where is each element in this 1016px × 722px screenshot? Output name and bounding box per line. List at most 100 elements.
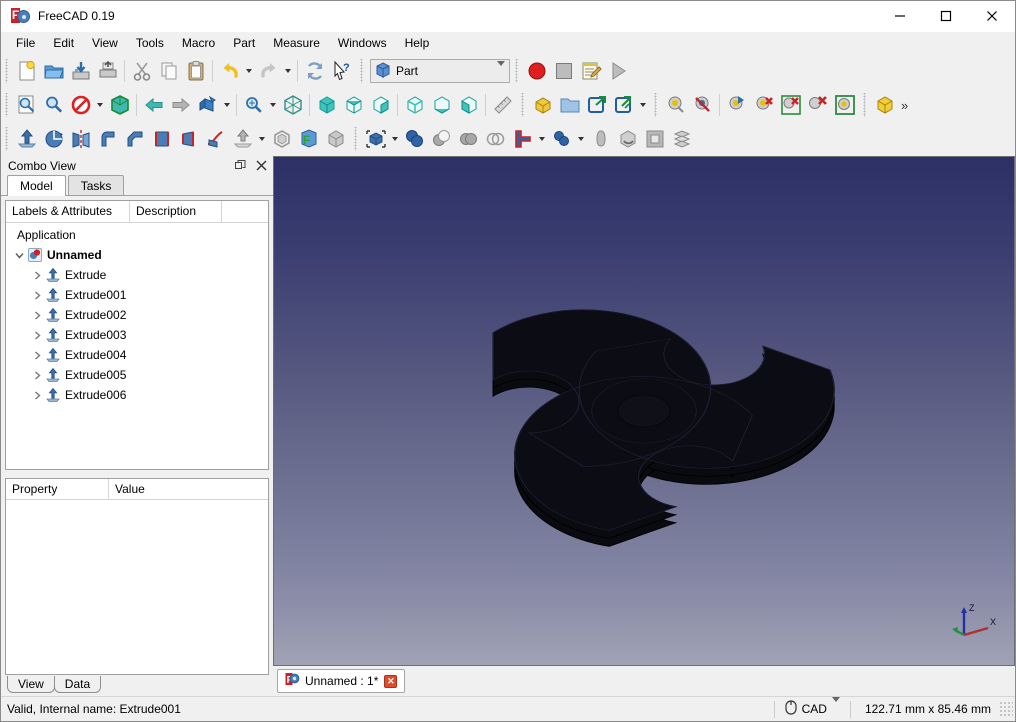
- macro-edit-icon[interactable]: [577, 58, 604, 85]
- chevron-right-icon[interactable]: [30, 285, 44, 305]
- 3d-viewport[interactable]: Z X: [273, 156, 1015, 666]
- toggle-visibility-icon[interactable]: [662, 92, 689, 119]
- part-chamfer-icon[interactable]: [121, 126, 148, 153]
- part-check-geometry-icon[interactable]: [614, 126, 641, 153]
- zoom-dropdown-arrow[interactable]: [267, 92, 279, 119]
- copy-icon[interactable]: [155, 58, 182, 85]
- make-link-icon[interactable]: [583, 92, 610, 119]
- part-sweep-icon[interactable]: [202, 126, 229, 153]
- rear-view-icon[interactable]: [401, 92, 428, 119]
- hide-all-icon[interactable]: [750, 92, 777, 119]
- cut-icon[interactable]: [128, 58, 155, 85]
- top-view-icon[interactable]: [340, 92, 367, 119]
- macro-execute-icon[interactable]: [604, 58, 631, 85]
- whats-this-icon[interactable]: ?: [328, 58, 355, 85]
- new-document-icon[interactable]: [13, 58, 40, 85]
- menu-part[interactable]: Part: [224, 34, 264, 52]
- chevron-right-icon[interactable]: [30, 345, 44, 365]
- toolbar-grip[interactable]: [4, 59, 11, 83]
- split-dropdown-arrow[interactable]: [575, 126, 587, 153]
- close-icon[interactable]: [252, 158, 270, 174]
- menu-measure[interactable]: Measure: [264, 34, 329, 52]
- axonometric-icon[interactable]: [106, 92, 133, 119]
- zoom-icon[interactable]: [240, 92, 267, 119]
- close-icon[interactable]: ✕: [384, 674, 398, 688]
- document-tab[interactable]: F Unnamed : 1* ✕: [277, 669, 406, 693]
- tree-item-extrude003[interactable]: Extrude003: [6, 325, 268, 345]
- undock-icon[interactable]: [231, 158, 249, 174]
- toggle-selectability-icon[interactable]: [689, 92, 716, 119]
- chevron-right-icon[interactable]: [30, 325, 44, 345]
- tree-item-document[interactable]: Unnamed: [6, 245, 268, 265]
- undo-icon[interactable]: [216, 58, 243, 85]
- undo-dropdown-arrow[interactable]: [243, 58, 255, 85]
- make-sublink-icon[interactable]: [610, 92, 637, 119]
- menu-macro[interactable]: Macro: [173, 34, 224, 52]
- macro-record-icon[interactable]: [523, 58, 550, 85]
- print-document-icon[interactable]: [94, 58, 121, 85]
- close-button[interactable]: [969, 1, 1015, 32]
- create-group-icon[interactable]: [556, 92, 583, 119]
- open-document-icon[interactable]: [40, 58, 67, 85]
- resize-grip[interactable]: [999, 701, 1013, 717]
- part-join-icon[interactable]: [509, 126, 536, 153]
- part-extrude-icon[interactable]: [13, 126, 40, 153]
- toolbar-grip[interactable]: [862, 93, 869, 117]
- part-boolean-icon[interactable]: [401, 126, 428, 153]
- chevron-right-icon[interactable]: [30, 365, 44, 385]
- toolbar-grip[interactable]: [653, 93, 660, 117]
- refresh-icon[interactable]: [301, 58, 328, 85]
- bottom-view-icon[interactable]: [428, 92, 455, 119]
- isometric-dropdown-arrow[interactable]: [221, 92, 233, 119]
- tree-item-extrude002[interactable]: Extrude002: [6, 305, 268, 325]
- chevron-down-icon[interactable]: [12, 245, 26, 265]
- show-selection-icon[interactable]: [831, 92, 858, 119]
- tree-item-extrude004[interactable]: Extrude004: [6, 345, 268, 365]
- part-thickness-icon[interactable]: [268, 126, 295, 153]
- show-all-icon[interactable]: [723, 92, 750, 119]
- tab-data[interactable]: Data: [53, 676, 102, 693]
- navigation-style-selector[interactable]: CAD: [781, 697, 844, 718]
- part-union-icon[interactable]: [455, 126, 482, 153]
- next-view-icon[interactable]: [167, 92, 194, 119]
- part-section-icon[interactable]: [668, 126, 695, 153]
- previous-view-icon[interactable]: [140, 92, 167, 119]
- toolbar-grip[interactable]: [4, 93, 11, 117]
- join-dropdown-arrow[interactable]: [536, 126, 548, 153]
- tree-root-application[interactable]: Application: [6, 225, 268, 245]
- part-offset-icon[interactable]: [229, 126, 256, 153]
- toolbar-grip[interactable]: [520, 93, 527, 117]
- yellow-cube-icon[interactable]: [871, 92, 898, 119]
- view-all-icon[interactable]: [279, 92, 306, 119]
- toggle-all-icon[interactable]: [777, 92, 804, 119]
- tree-item-extrude006[interactable]: Extrude006: [6, 385, 268, 405]
- menu-file[interactable]: File: [7, 34, 44, 52]
- toolbar-grip[interactable]: [359, 59, 366, 83]
- chevron-right-icon[interactable]: [30, 385, 44, 405]
- part-revolve-icon[interactable]: [40, 126, 67, 153]
- redo-icon[interactable]: [255, 58, 282, 85]
- redo-dropdown-arrow[interactable]: [282, 58, 294, 85]
- workbench-selector[interactable]: Part: [370, 59, 510, 83]
- part-primitives-icon[interactable]: [362, 126, 389, 153]
- part-loft-icon[interactable]: [175, 126, 202, 153]
- part-compound-icon[interactable]: [587, 126, 614, 153]
- part-shape-builder-icon[interactable]: F: [295, 126, 322, 153]
- property-editor-body[interactable]: [6, 500, 268, 674]
- create-part-icon[interactable]: [529, 92, 556, 119]
- isometric-icon[interactable]: [194, 92, 221, 119]
- measure-icon[interactable]: [489, 92, 516, 119]
- draw-style-icon[interactable]: [67, 92, 94, 119]
- draw-style-dropdown-arrow[interactable]: [94, 92, 106, 119]
- toolbar-overflow-chevron[interactable]: »: [898, 98, 911, 113]
- toolbar-grip[interactable]: [4, 127, 11, 151]
- menu-windows[interactable]: Windows: [329, 34, 396, 52]
- part-split-icon[interactable]: [548, 126, 575, 153]
- part-mirror-icon[interactable]: [67, 126, 94, 153]
- menu-edit[interactable]: Edit: [44, 34, 83, 52]
- minimize-button[interactable]: [877, 1, 923, 32]
- toolbar-grip[interactable]: [514, 59, 521, 83]
- part-ruled-surface-icon[interactable]: [148, 126, 175, 153]
- part-fillet-icon[interactable]: [94, 126, 121, 153]
- paste-icon[interactable]: [182, 58, 209, 85]
